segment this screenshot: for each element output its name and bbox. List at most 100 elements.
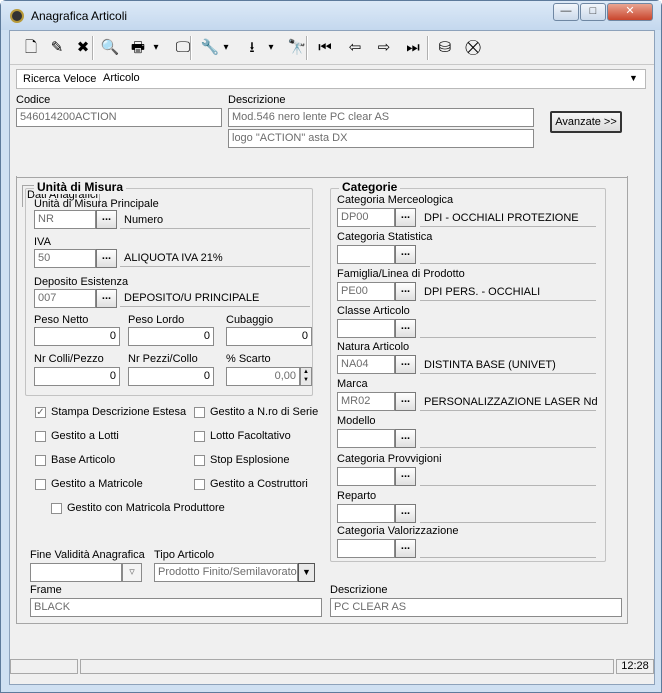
- fine-validita-label: Fine Validità Anagrafica: [30, 549, 145, 561]
- matricola-prod-checkbox[interactable]: [51, 503, 62, 514]
- cat-valorizzazione-label: Categoria Valorizzazione: [337, 525, 459, 537]
- um-principale-code-field[interactable]: NR: [34, 210, 96, 229]
- scarto-label: % Scarto: [226, 353, 271, 365]
- lotto-fac-label: Lotto Facoltativo: [210, 430, 291, 442]
- iva-label: IVA: [34, 236, 51, 248]
- cat-merceologica-label: Categoria Merceologica: [337, 194, 454, 206]
- cat-classe-lookup-button[interactable]: ...: [395, 319, 416, 338]
- lotti-checkbox[interactable]: [35, 431, 46, 442]
- cat-valorizzazione-desc: [420, 541, 596, 558]
- scarto-field[interactable]: 0,00: [226, 367, 300, 386]
- peso-lordo-field[interactable]: 0: [128, 327, 214, 346]
- stop-label: Stop Esplosione: [210, 454, 290, 466]
- nr-pezzi-label: Nr Pezzi/Collo: [128, 353, 198, 365]
- peso-netto-field[interactable]: 0: [34, 327, 120, 346]
- nro-serie-label: Gestito a N.ro di Serie: [210, 406, 319, 418]
- iva-desc: ALIQUOTA IVA 21%: [120, 250, 310, 267]
- nr-pezzi-field[interactable]: 0: [128, 367, 214, 386]
- minimize-button[interactable]: —: [553, 3, 579, 21]
- cat-famiglia-desc: DPI PERS. - OCCHIALI: [420, 284, 596, 301]
- tipo-articolo-label: Tipo Articolo: [154, 549, 215, 561]
- descrizione2-label: Descrizione: [330, 584, 388, 596]
- title-bar: Anagrafica Articoli — □ ✕: [1, 1, 661, 30]
- cat-reparto-lookup-button[interactable]: ...: [395, 504, 416, 523]
- peso-lordo-label: Peso Lordo: [128, 314, 185, 326]
- cat-modello-desc: [420, 431, 596, 448]
- cat-reparto-desc: [420, 506, 596, 523]
- form-client-area: 🗋 ✎ ✖ 🔍 🖶 ▾ 🖵 🔧 ▾ ⭳ ▾ 🔭 ⏮ ⇦ ⇨ ⏭ ⛁ ⛒ Ricerca Veloce Artico…: [9, 30, 655, 685]
- cat-valorizzazione-code-field[interactable]: [337, 539, 395, 558]
- cat-classe-desc: [420, 321, 596, 338]
- cat-reparto-code-field[interactable]: [337, 504, 395, 523]
- base-checkbox[interactable]: [35, 455, 46, 466]
- deposito-label: Deposito Esistenza: [34, 276, 129, 288]
- cat-classe-label: Classe Articolo: [337, 305, 410, 317]
- nr-colli-label: Nr Colli/Pezzo: [34, 353, 104, 365]
- cat-natura-code-field[interactable]: NA04: [337, 355, 395, 374]
- stampa-label: Stampa Descrizione Estesa: [51, 406, 187, 418]
- nro-serie-checkbox[interactable]: [194, 407, 205, 418]
- cat-modello-code-field[interactable]: [337, 429, 395, 448]
- unita-misura-title: Unità di Misura: [34, 180, 127, 194]
- deposito-lookup-button[interactable]: ...: [96, 289, 117, 308]
- cat-modello-label: Modello: [337, 415, 376, 427]
- cat-merceologica-lookup-button[interactable]: ...: [395, 208, 416, 227]
- stop-checkbox[interactable]: [194, 455, 205, 466]
- cat-famiglia-code-field[interactable]: PE00: [337, 282, 395, 301]
- close-button[interactable]: ✕: [607, 3, 653, 21]
- window-title: Anagrafica Articoli: [31, 9, 128, 23]
- app-icon: [10, 9, 24, 23]
- cat-provvigioni-lookup-button[interactable]: ...: [395, 467, 416, 486]
- cat-natura-label: Natura Articolo: [337, 341, 410, 353]
- deposito-code-field[interactable]: 007: [34, 289, 96, 308]
- cat-marca-lookup-button[interactable]: ...: [395, 392, 416, 411]
- descrizione2-field[interactable]: PC CLEAR AS: [330, 598, 622, 617]
- matricole-checkbox[interactable]: [35, 479, 46, 490]
- cat-valorizzazione-lookup-button[interactable]: ...: [395, 539, 416, 558]
- calendar-dropdown-icon[interactable]: ▿: [122, 563, 142, 582]
- dati-anagrafici-panel: Unità di Misura Unità di Misura Principa…: [10, 31, 656, 686]
- costruttori-checkbox[interactable]: [194, 479, 205, 490]
- cat-natura-desc: DISTINTA BASE (UNIVET): [420, 357, 596, 374]
- fine-validita-field[interactable]: [30, 563, 122, 582]
- cat-natura-lookup-button[interactable]: ...: [395, 355, 416, 374]
- cat-provvigioni-code-field[interactable]: [337, 467, 395, 486]
- cat-classe-code-field[interactable]: [337, 319, 395, 338]
- iva-lookup-button[interactable]: ...: [96, 249, 117, 268]
- cat-statistica-lookup-button[interactable]: ...: [395, 245, 416, 264]
- tipo-articolo-dropdown-icon[interactable]: ▼: [298, 563, 315, 582]
- deposito-desc: DEPOSITO/U PRINCIPALE: [120, 290, 310, 307]
- categorie-title: Categorie: [339, 180, 401, 194]
- nr-colli-field[interactable]: 0: [34, 367, 120, 386]
- cat-famiglia-lookup-button[interactable]: ...: [395, 282, 416, 301]
- cubaggio-field[interactable]: 0: [226, 327, 312, 346]
- cat-merceologica-desc: DPI - OCCHIALI PROTEZIONE: [420, 210, 596, 227]
- frame-label: Frame: [30, 584, 62, 596]
- lotto-fac-checkbox[interactable]: [194, 431, 205, 442]
- costruttori-label: Gestito a Costruttori: [210, 478, 308, 490]
- cat-statistica-desc: [420, 247, 596, 264]
- scarto-spinner[interactable]: ▲ ▼: [300, 367, 312, 386]
- um-principale-desc: Numero: [120, 212, 310, 229]
- cat-reparto-label: Reparto: [337, 490, 377, 502]
- cat-statistica-code-field[interactable]: [337, 245, 395, 264]
- iva-code-field[interactable]: 50: [34, 249, 96, 268]
- maximize-button[interactable]: □: [580, 3, 606, 21]
- lotti-label: Gestito a Lotti: [51, 430, 119, 442]
- cat-provvigioni-desc: [420, 469, 596, 486]
- um-principale-label: Unità di Misura Principale: [34, 198, 159, 210]
- cat-marca-label: Marca: [337, 378, 368, 390]
- tipo-articolo-select[interactable]: Prodotto Finito/Semilavorato: [154, 563, 298, 582]
- cat-famiglia-label: Famiglia/Linea di Prodotto: [337, 268, 465, 280]
- matricole-label: Gestito a Matricole: [51, 478, 143, 490]
- cat-merceologica-code-field[interactable]: DP00: [337, 208, 395, 227]
- cat-provvigioni-label: Categoria Provvigioni: [337, 453, 442, 465]
- matricola-prod-label: Gestito con Matricola Produttore: [67, 502, 225, 514]
- frame-field[interactable]: BLACK: [30, 598, 322, 617]
- cat-modello-lookup-button[interactable]: ...: [395, 429, 416, 448]
- stampa-checkbox[interactable]: ✓: [35, 407, 46, 418]
- cat-marca-code-field[interactable]: MR02: [337, 392, 395, 411]
- um-principale-lookup-button[interactable]: ...: [96, 210, 117, 229]
- cubaggio-label: Cubaggio: [226, 314, 274, 326]
- cat-statistica-label: Categoria Statistica: [337, 231, 433, 243]
